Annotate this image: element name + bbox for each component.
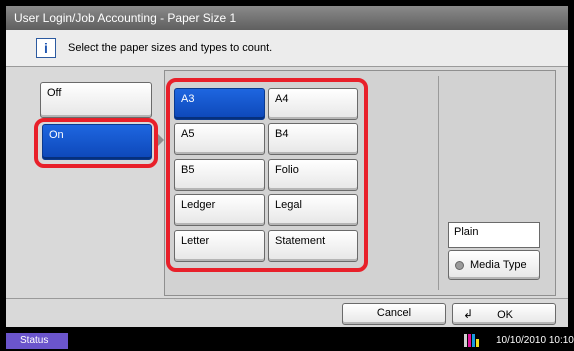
media-type-label: Media Type (470, 259, 527, 271)
status-button[interactable]: Status (6, 333, 68, 349)
ok-button[interactable]: ↲ OK (452, 303, 556, 325)
enter-icon: ↲ (463, 307, 474, 321)
screen: User Login/Job Accounting - Paper Size 1… (0, 0, 574, 351)
cancel-button[interactable]: Cancel (342, 303, 446, 325)
radio-dot-icon (455, 260, 464, 270)
ok-label: OK (497, 309, 513, 321)
media-type-value: Plain (448, 222, 540, 248)
info-message: Select the paper sizes and types to coun… (68, 42, 273, 54)
info-icon: i (36, 38, 56, 58)
off-button[interactable]: Off (40, 82, 152, 118)
media-type-button[interactable]: Media Type (448, 250, 540, 280)
status-bar: Status 10/10/2010 10:10 (0, 329, 574, 351)
datetime: 10/10/2010 10:10 (496, 335, 574, 346)
info-bar: i Select the paper sizes and types to co… (6, 30, 568, 67)
main-panel: User Login/Job Accounting - Paper Size 1… (6, 6, 568, 327)
size-grid-highlight-ring (166, 78, 368, 272)
toner-level-icon (464, 334, 479, 347)
on-highlight-ring (34, 118, 158, 168)
area-divider (438, 76, 439, 290)
window-title: User Login/Job Accounting - Paper Size 1 (6, 6, 568, 30)
